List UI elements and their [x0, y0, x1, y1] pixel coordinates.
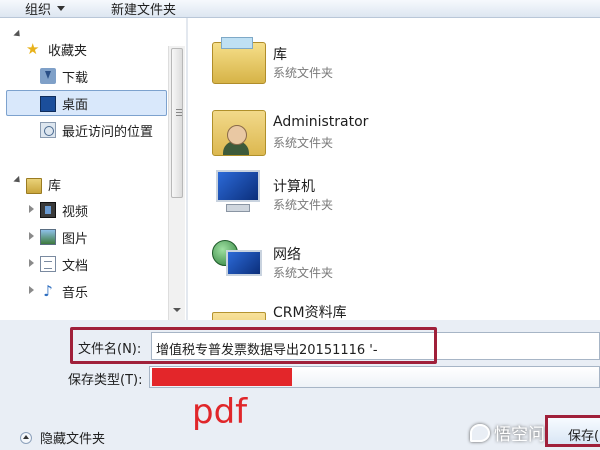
monitor-screen — [226, 250, 262, 276]
folder-icon — [212, 312, 266, 320]
new-folder-label: 新建文件夹 — [111, 3, 177, 18]
user-folder-icon — [212, 110, 266, 156]
star-icon: ★ — [26, 40, 40, 58]
nav-favorites-label: 收藏夹 — [48, 43, 88, 59]
sidebar-item-music[interactable]: ♪ 音乐 — [40, 280, 88, 302]
expand-favorites-icon[interactable] — [13, 29, 23, 40]
hide-folders-button[interactable]: 隐藏文件夹 — [20, 428, 105, 447]
chevron-down-icon — [57, 6, 66, 11]
list-item-crm-library[interactable]: CRM资料库 — [210, 296, 590, 320]
expand-libraries-icon[interactable] — [13, 175, 23, 186]
file-list: 库 系统文件夹 Administrator 系统文件夹 计算机 系统文件夹 网络… — [188, 18, 600, 320]
file-name: Administrator — [273, 114, 369, 130]
computer-base — [226, 204, 250, 212]
nav-favorites[interactable]: ★ 收藏夹 — [26, 38, 87, 60]
music-icon: ♪ — [43, 282, 53, 300]
scroll-down-icon[interactable] — [173, 308, 181, 312]
organize-button[interactable]: 组织 — [17, 0, 75, 18]
chat-bubble-icon — [470, 423, 490, 442]
sidebar-item-recent-places[interactable]: 最近访问的位置 — [40, 119, 153, 141]
new-folder-button[interactable]: 新建文件夹 — [75, 0, 186, 18]
filename-highlight-box — [70, 327, 437, 364]
file-type: 系统文件夹 — [273, 136, 334, 150]
sidebar-item-pictures[interactable]: 图片 — [40, 226, 88, 248]
hide-folders-label: 隐藏文件夹 — [40, 432, 106, 447]
filetype-redaction — [152, 368, 292, 386]
nav-libraries-label: 库 — [48, 178, 62, 194]
sidebar-item-documents[interactable]: 文档 — [40, 253, 88, 275]
file-type: 系统文件夹 — [273, 198, 334, 212]
sidebar-item-label: 视频 — [62, 204, 89, 220]
save-form: 文件名(N): 增值税专普发票数据导出20151116 '- 保存类型(T): … — [0, 320, 600, 450]
network-icon — [212, 236, 266, 290]
list-item-administrator[interactable]: Administrator 系统文件夹 — [210, 106, 590, 166]
video-icon — [40, 202, 56, 218]
sidebar-item-label: 下载 — [62, 70, 89, 86]
pictures-icon — [40, 229, 56, 245]
list-item-computer[interactable]: 计算机 系统文件夹 — [210, 168, 590, 228]
sidebar-item-label: 音乐 — [62, 285, 89, 301]
monitor-screen — [216, 170, 260, 202]
file-type: 系统文件夹 — [273, 266, 334, 280]
list-item-network[interactable]: 网络 系统文件夹 — [210, 236, 590, 296]
sidebar-item-videos[interactable]: 视频 — [40, 199, 88, 221]
nav-libraries[interactable]: 库 — [26, 173, 61, 195]
expand-videos-icon[interactable] — [29, 205, 34, 213]
sidebar-item-desktop[interactable]: 桌面 — [40, 92, 88, 114]
documents-icon — [40, 256, 56, 272]
file-name: CRM资料库 — [273, 305, 347, 320]
chevron-up-icon — [20, 431, 32, 444]
nav-scrollbar[interactable] — [168, 46, 185, 320]
sidebar-item-downloads[interactable]: 下载 — [40, 65, 88, 87]
browser-panes: ★ 收藏夹 下载 桌面 最近访问的位置 库 视频 图片 文档 ♪ 音乐 库 系统… — [0, 18, 600, 320]
list-item-library[interactable]: 库 系统文件夹 — [210, 36, 590, 96]
filetype-label: 保存类型(T): — [68, 373, 143, 388]
file-name: 计算机 — [273, 179, 315, 195]
toolbar: 组织 新建文件夹 — [0, 0, 600, 18]
filetype-select[interactable] — [149, 366, 600, 388]
file-name: 网络 — [273, 247, 301, 263]
sidebar-item-label: 桌面 — [62, 97, 89, 113]
expand-pictures-icon[interactable] — [29, 232, 34, 240]
file-type: 系统文件夹 — [273, 66, 334, 80]
library-icon — [212, 37, 266, 84]
desktop-icon — [40, 96, 56, 112]
file-name: 库 — [273, 47, 287, 63]
scrollbar-grip-icon — [176, 109, 182, 116]
computer-icon — [212, 170, 266, 214]
pdf-annotation: pdf — [192, 392, 248, 432]
expand-documents-icon[interactable] — [29, 259, 34, 267]
save-button[interactable]: 保存( — [545, 415, 600, 447]
organize-label: 组织 — [25, 3, 52, 18]
library-icon — [26, 178, 42, 194]
sidebar-item-label: 最近访问的位置 — [62, 124, 154, 140]
nav-scrollbar-thumb[interactable] — [171, 48, 183, 198]
sidebar-item-label: 文档 — [62, 258, 89, 274]
download-icon — [40, 68, 56, 84]
sidebar-item-label: 图片 — [62, 231, 89, 247]
expand-music-icon[interactable] — [29, 286, 34, 294]
recent-places-icon — [40, 122, 56, 138]
navigation-pane: ★ 收藏夹 下载 桌面 最近访问的位置 库 视频 图片 文档 ♪ 音乐 — [0, 18, 170, 320]
